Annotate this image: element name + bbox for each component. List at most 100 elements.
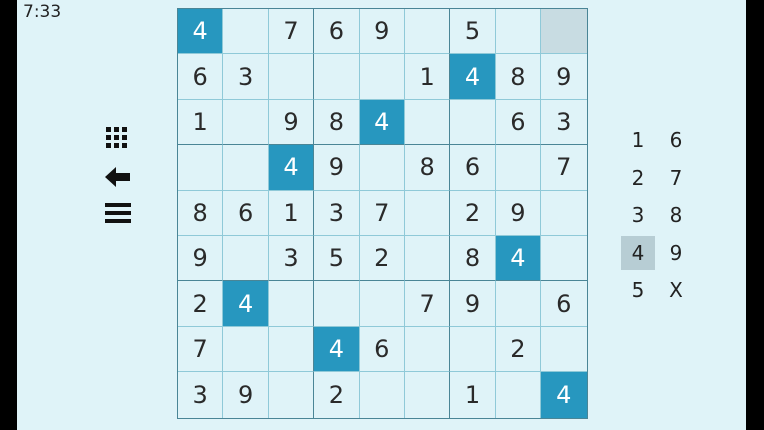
board-cell[interactable]: 4 xyxy=(268,145,315,191)
board-cell[interactable] xyxy=(359,145,405,191)
number-button[interactable]: 7 xyxy=(659,161,693,195)
board-cell[interactable] xyxy=(223,99,269,146)
board-cell[interactable]: 2 xyxy=(178,281,224,327)
board-cell[interactable]: 8 xyxy=(450,235,496,282)
board-cell[interactable] xyxy=(360,372,405,418)
board-cell[interactable] xyxy=(404,235,451,282)
board-cell[interactable]: 9 xyxy=(541,54,587,100)
board-cell[interactable]: 4 xyxy=(178,9,224,55)
board-cell[interactable]: 1 xyxy=(450,372,496,418)
board-cell[interactable]: 8 xyxy=(178,190,224,236)
number-button[interactable]: 8 xyxy=(659,198,693,232)
board-cell[interactable]: 9 xyxy=(359,9,405,55)
board-cell[interactable] xyxy=(404,190,451,236)
board-cell[interactable] xyxy=(314,281,360,327)
number-button[interactable]: 1 xyxy=(621,123,655,157)
board-cell[interactable]: 1 xyxy=(268,190,315,236)
board-cell[interactable] xyxy=(404,99,451,146)
board-cell[interactable] xyxy=(495,145,542,191)
board-cell[interactable] xyxy=(404,9,451,55)
board-cell[interactable]: 2 xyxy=(495,326,542,373)
number-button[interactable]: 4 xyxy=(621,235,655,270)
board-cell[interactable] xyxy=(223,9,269,55)
board-cell[interactable] xyxy=(223,235,269,282)
board-cell[interactable] xyxy=(405,372,451,418)
number-button[interactable]: 9 xyxy=(659,236,693,270)
board-cell[interactable] xyxy=(223,326,269,373)
board-cell[interactable]: 9 xyxy=(268,99,315,146)
board-cell[interactable]: 7 xyxy=(359,190,405,236)
board-cell[interactable] xyxy=(359,281,405,327)
board-cell[interactable]: 8 xyxy=(314,99,360,146)
board-cell[interactable]: 4 xyxy=(495,235,542,282)
clear-button[interactable]: X xyxy=(659,273,693,307)
board-cell[interactable]: 8 xyxy=(495,54,542,100)
board-cell[interactable] xyxy=(541,191,587,236)
board-cell[interactable]: 6 xyxy=(495,99,542,146)
board-cell[interactable]: 7 xyxy=(178,326,224,373)
board-cell[interactable] xyxy=(268,281,315,327)
board-cell[interactable]: 9 xyxy=(178,235,224,282)
board-cell[interactable]: 9 xyxy=(223,372,269,418)
board-cell[interactable]: 8 xyxy=(404,145,451,191)
board-cell[interactable] xyxy=(496,372,542,418)
board-cell[interactable] xyxy=(268,54,315,100)
board-cell[interactable] xyxy=(359,54,405,100)
board-cell[interactable] xyxy=(541,9,587,55)
board-cell[interactable]: 2 xyxy=(450,190,496,236)
menu-icon[interactable] xyxy=(105,202,131,224)
board-cell[interactable]: 2 xyxy=(314,372,360,418)
board-cell[interactable]: 6 xyxy=(223,190,269,236)
board-cell[interactable] xyxy=(268,326,315,373)
number-button[interactable]: 2 xyxy=(621,161,655,195)
board-cell[interactable]: 6 xyxy=(178,54,224,100)
board-cell[interactable]: 1 xyxy=(178,99,224,146)
number-button[interactable]: 6 xyxy=(659,123,693,157)
board-cell[interactable] xyxy=(223,145,269,191)
board-cell[interactable]: 5 xyxy=(314,235,360,282)
board-cell[interactable]: 4 xyxy=(359,99,405,146)
board-cell[interactable]: 4 xyxy=(541,372,587,418)
board-cell[interactable]: 3 xyxy=(178,372,224,418)
board-cell[interactable]: 9 xyxy=(314,145,360,191)
board-cell[interactable]: 5 xyxy=(450,9,496,55)
board-cell[interactable]: 6 xyxy=(450,145,496,191)
board-cell[interactable] xyxy=(404,326,451,373)
board-cell[interactable]: 1 xyxy=(404,54,451,100)
board-cell[interactable]: 4 xyxy=(223,281,269,327)
back-arrow-icon[interactable] xyxy=(105,166,131,188)
board-cell[interactable]: 7 xyxy=(541,145,587,191)
board-cell[interactable]: 7 xyxy=(268,9,315,55)
board-cell[interactable]: 9 xyxy=(495,190,542,236)
grid-icon[interactable] xyxy=(105,126,131,150)
board-cell[interactable] xyxy=(541,327,587,373)
board-cell[interactable]: 3 xyxy=(541,100,587,146)
grid-dot xyxy=(114,127,119,132)
board-cell[interactable]: 6 xyxy=(359,326,405,373)
number-button[interactable]: 5 xyxy=(621,273,655,307)
board-cell[interactable] xyxy=(450,99,496,146)
board-cell[interactable] xyxy=(495,281,542,327)
board-cell[interactable]: 3 xyxy=(268,235,315,282)
board-cell[interactable]: 4 xyxy=(314,326,360,373)
grid-dot xyxy=(122,135,127,140)
grid-dot xyxy=(114,135,119,140)
board-cell[interactable]: 4 xyxy=(450,54,496,100)
game-screen: 7:33 47695631489198463498678613729935284… xyxy=(17,0,746,430)
board-cell[interactable]: 3 xyxy=(314,190,360,236)
board-cell[interactable]: 9 xyxy=(450,281,496,327)
board-cell[interactable]: 2 xyxy=(359,235,405,282)
board-cell[interactable] xyxy=(495,9,542,55)
board-cell[interactable]: 6 xyxy=(314,9,360,55)
board-cell[interactable] xyxy=(450,326,496,373)
board-cell[interactable] xyxy=(269,372,315,418)
status-time: 7:33 xyxy=(23,2,62,22)
number-button[interactable]: 3 xyxy=(621,198,655,232)
board-cell[interactable]: 6 xyxy=(541,281,587,327)
board-cell[interactable] xyxy=(314,54,360,100)
board-cell[interactable]: 3 xyxy=(223,54,269,100)
board-cell[interactable]: 7 xyxy=(404,281,451,327)
board-cell[interactable] xyxy=(541,236,587,282)
board-cell[interactable] xyxy=(178,145,224,191)
grid-dot xyxy=(106,127,111,132)
